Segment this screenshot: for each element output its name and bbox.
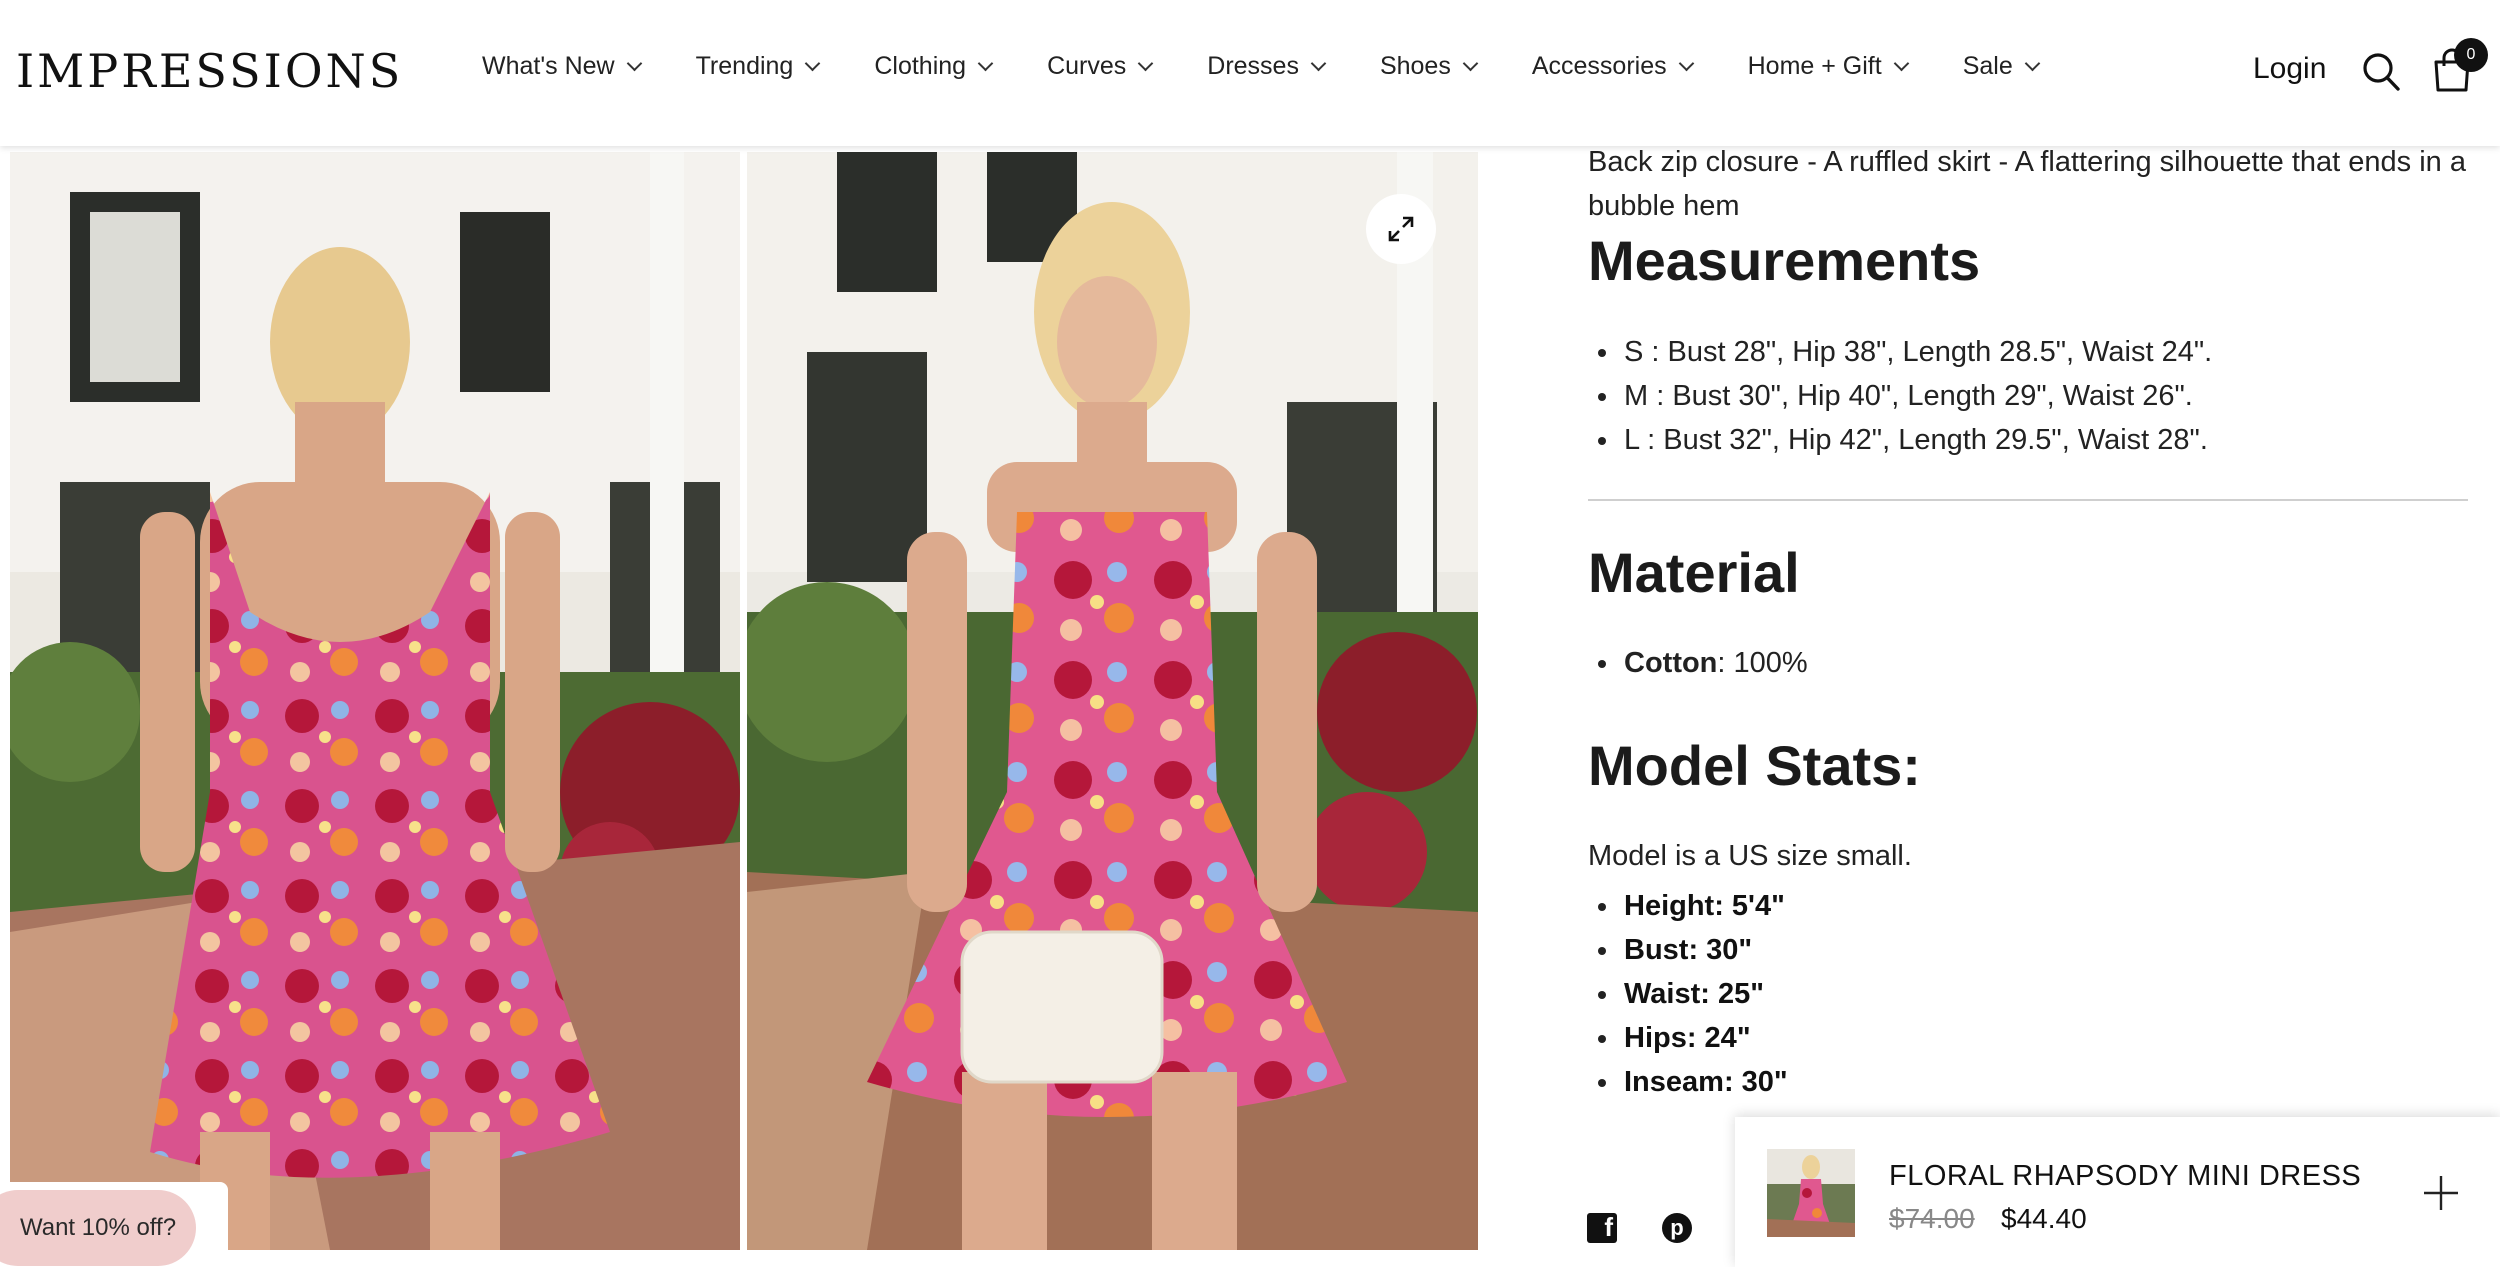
measurements-list: S : Bust 28", Hip 38", Length 28.5", Wai… [1588, 330, 2212, 462]
expand-image-button[interactable] [1366, 194, 1436, 264]
sale-price: $44.40 [2001, 1203, 2087, 1234]
measurements-heading: Measurements [1588, 229, 1981, 292]
material-item: Cotton: 100% [1588, 641, 1808, 685]
model-stat-item: Hips: 24" [1588, 1016, 1788, 1060]
nav-item-shoes[interactable]: Shoes [1379, 52, 1479, 81]
chevron-down-icon [1310, 55, 1327, 72]
nav-label: Home + Gift [1747, 52, 1882, 80]
sticky-product-bar: FLORAL RHAPSODY MINI DRESS $74.00 $44.40 [1735, 1117, 2500, 1267]
nav-label: Sale [1962, 52, 2013, 80]
nav-item-clothing[interactable]: Clothing [874, 52, 994, 81]
description-text: Back zip closure - A ruffled skirt - A f… [1588, 146, 2466, 222]
material-list: Cotton: 100% [1588, 641, 1808, 685]
chevron-down-icon [1462, 55, 1479, 72]
chevron-down-icon [805, 55, 821, 72]
measurement-item: M : Bust 30", Hip 40", Length 29", Waist… [1588, 374, 2212, 418]
chevron-down-icon [977, 55, 994, 72]
nav-label: Shoes [1379, 52, 1451, 80]
material-name: Cotton [1624, 647, 1718, 679]
model-size-note: Model is a US size small. [1588, 840, 1912, 872]
material-heading: Material [1588, 541, 1800, 604]
model-stat-item: Bust: 30" [1588, 928, 1788, 972]
login-link[interactable]: Login [2253, 52, 2326, 86]
nav-item-home-gift[interactable]: Home + Gift [1747, 52, 1909, 81]
model-stat-item: Inseam: 30" [1588, 1060, 1788, 1104]
nav-item-curves[interactable]: Curves [1047, 52, 1154, 81]
nav-label: Dresses [1207, 52, 1299, 80]
chevron-down-icon [1678, 55, 1694, 72]
sticky-product-thumbnail [1767, 1149, 1855, 1237]
site-header: IMPRESSIONS What's New Trending Clothing… [0, 0, 2500, 146]
chevron-down-icon [1137, 55, 1154, 72]
nav-item-dresses[interactable]: Dresses [1207, 52, 1327, 81]
site-logo[interactable]: IMPRESSIONS [16, 44, 403, 98]
measurement-item: L : Bust 32", Hip 42", Length 29.5", Wai… [1588, 418, 2212, 462]
nav-label: Trending [695, 52, 794, 80]
chevron-down-icon [2024, 55, 2041, 72]
product-description: Back zip closure - A ruffled skirt - A f… [1588, 140, 2468, 228]
pinterest-share-icon[interactable]: p [1662, 1213, 1692, 1243]
expand-icon [1388, 216, 1414, 242]
dress-front-photo [747, 152, 1478, 1250]
thumbnail-image [1767, 1149, 1855, 1237]
facebook-share-icon[interactable]: f [1587, 1212, 1617, 1243]
model-stats-heading: Model Stats: [1588, 734, 1921, 797]
measurement-item: S : Bust 28", Hip 38", Length 28.5", Wai… [1588, 330, 2212, 374]
model-stat-item: Waist: 25" [1588, 972, 1788, 1016]
sticky-product-title: FLORAL RHAPSODY MINI DRESS [1889, 1160, 2362, 1192]
product-image-front[interactable] [747, 152, 1478, 1250]
cart-count-badge: 0 [2454, 38, 2488, 72]
nav-item-whats-new[interactable]: What's New [482, 52, 642, 81]
search-icon[interactable] [2362, 52, 2400, 92]
section-divider [1588, 499, 2468, 501]
nav-label: Accessories [1531, 52, 1667, 80]
add-to-cart-plus-icon[interactable] [2421, 1173, 2461, 1213]
product-image-back[interactable] [10, 152, 740, 1250]
chevron-down-icon [1893, 55, 1909, 72]
nav-label: Curves [1047, 52, 1127, 80]
nav-item-accessories[interactable]: Accessories [1531, 52, 1694, 81]
nav-label: What's New [482, 52, 615, 80]
original-price: $74.00 [1889, 1203, 1975, 1234]
nav-item-sale[interactable]: Sale [1962, 52, 2041, 81]
chevron-down-icon [626, 55, 642, 72]
dress-back-photo [10, 152, 740, 1250]
main-nav: What's New Trending Clothing Curves Dres… [482, 52, 2094, 81]
model-stats-list: Height: 5'4" Bust: 30" Waist: 25" Hips: … [1588, 884, 1788, 1104]
nav-item-trending[interactable]: Trending [695, 52, 821, 81]
material-value: : 100% [1717, 647, 1808, 679]
discount-promo-button[interactable]: Want 10% off? [0, 1190, 196, 1266]
nav-label: Clothing [874, 52, 967, 80]
model-stat-item: Height: 5'4" [1588, 884, 1788, 928]
